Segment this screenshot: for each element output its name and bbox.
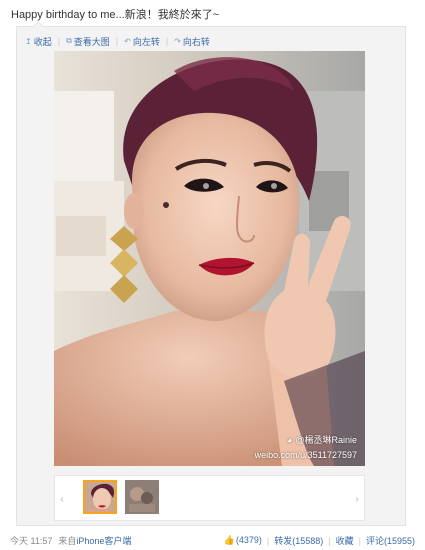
thumbs-up-icon: 👍 <box>223 535 235 545</box>
favorite-button[interactable]: 收藏 <box>336 534 354 547</box>
thumbnail-2[interactable] <box>125 480 159 514</box>
view-large-button[interactable]: ⧉ 查看大图 <box>66 35 110 48</box>
thumbnail-strip: ‹ › <box>54 475 365 521</box>
collapse-label: 收起 <box>33 36 52 47</box>
thumbnail-2-image <box>125 480 159 514</box>
footer-divider: | <box>328 535 331 546</box>
toolbar-divider: | <box>115 36 119 46</box>
comment-button[interactable]: 评论(15955) <box>366 534 415 547</box>
watermark-handle: ◕ @楊丞琳Rainie <box>287 433 357 446</box>
like-button[interactable]: 👍(4379) <box>224 535 262 546</box>
thumbnail-1[interactable] <box>83 480 117 514</box>
post-time: 今天 11:57 <box>10 536 53 546</box>
watermark-url: weibo.com/u/3511727597 <box>254 450 357 460</box>
source-link[interactable]: iPhone客户端 <box>76 536 131 546</box>
rotate-left-icon: ↶ <box>124 36 131 46</box>
rotate-left-label: 向左转 <box>132 36 160 47</box>
toolbar-divider: | <box>57 36 61 46</box>
toolbar-divider: | <box>165 36 169 46</box>
rotate-right-label: 向右转 <box>182 36 210 47</box>
footer-divider: | <box>266 535 270 546</box>
thumbnail-prev-button[interactable]: ‹ <box>57 482 67 516</box>
repost-button[interactable]: 转发(15588) <box>274 534 323 547</box>
view-large-label: 查看大图 <box>73 36 110 47</box>
panel-pointer <box>32 21 44 27</box>
source-prefix: 来自 <box>58 536 77 546</box>
main-photo[interactable]: ◕ @楊丞琳Rainie weibo.com/u/3511727597 <box>54 51 365 466</box>
collapse-button[interactable]: ↥ 收起 <box>25 35 52 48</box>
rotate-right-button[interactable]: ↷ 向右转 <box>174 35 210 48</box>
media-expanded-panel: ↥ 收起 | ⧉ 查看大图 | ↶ 向左转 | ↷ 向右转 ◕ @楊丞琳Rain… <box>16 21 406 526</box>
watermark-handle-text: @楊丞琳Rainie <box>295 435 357 445</box>
post-footer: 今天 11:57 来自iPhone客户端 👍(4379) | 转发(15588)… <box>10 534 415 547</box>
post-source: 来自iPhone客户端 <box>58 534 131 547</box>
rotate-right-icon: ↷ <box>174 36 181 46</box>
media-toolbar: ↥ 收起 | ⧉ 查看大图 | ↶ 向左转 | ↷ 向右转 <box>25 33 210 49</box>
weibo-logo-icon: ◕ <box>286 434 293 445</box>
thumbnail-next-button[interactable]: › <box>352 482 362 516</box>
rotate-left-button[interactable]: ↶ 向左转 <box>124 35 160 48</box>
footer-divider: | <box>358 535 361 546</box>
view-large-icon: ⧉ <box>66 36 72 45</box>
thumbnail-1-image <box>85 482 115 512</box>
like-count: (4379) <box>235 535 262 545</box>
selfie-photo-illustration <box>54 51 365 466</box>
post-text: Happy birthday to me...新浪！我終於來了~ <box>11 9 220 21</box>
collapse-icon: ↥ <box>25 36 32 46</box>
